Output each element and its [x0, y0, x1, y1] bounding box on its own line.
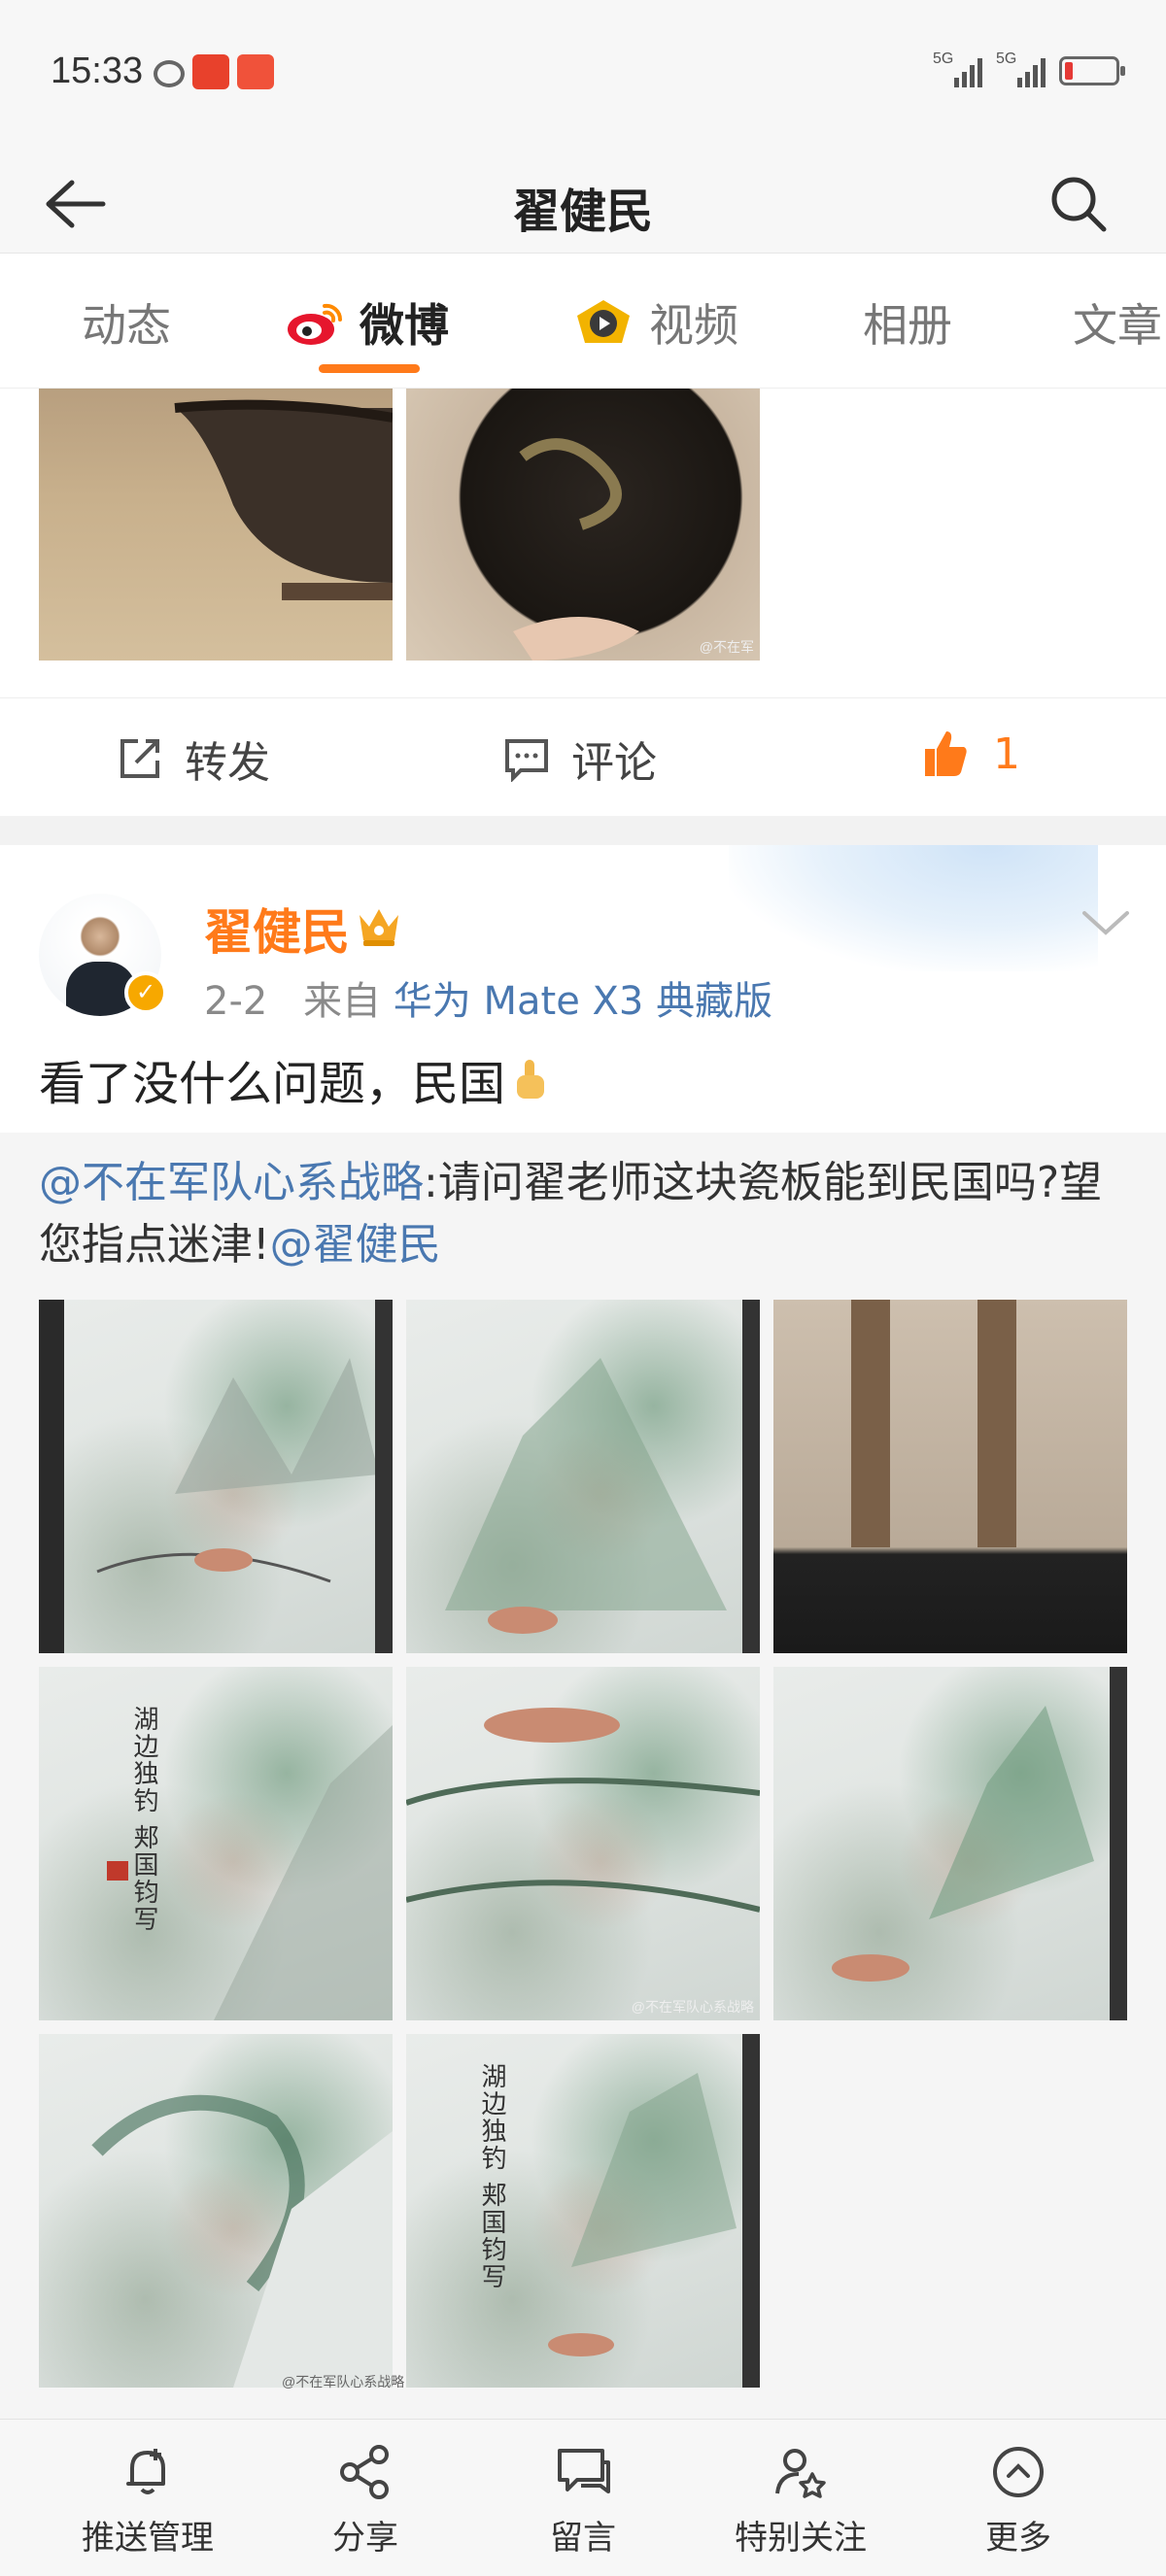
grid-image-3[interactable] [773, 1300, 1127, 1653]
nav-bar: 翟健民 [0, 146, 1166, 253]
share-button[interactable]: 分享 [268, 2441, 463, 2559]
bottom-toolbar: 推送管理 分享 留言 特别关注 更多 [0, 2419, 1166, 2576]
post-action-bar: 转发 评论 1 [0, 697, 1166, 816]
video-icon [577, 300, 630, 343]
app-notification-icon [192, 54, 229, 89]
tab-dynamic[interactable]: 动态 [82, 290, 171, 355]
status-time: 15:33 [51, 51, 144, 91]
grid-image-7[interactable] [39, 2034, 393, 2388]
user-star-icon [775, 2449, 826, 2498]
bowl-side-image [174, 399, 393, 600]
app-notification-icon-2 [237, 54, 274, 89]
battery-icon [1059, 56, 1125, 85]
mention-link-2[interactable]: @翟健民 [270, 1220, 441, 1270]
image-watermark-2: @不在军队心系战略 [282, 2374, 405, 2390]
page-title: 翟健民 [512, 185, 653, 239]
bowl-top-image [513, 438, 639, 661]
thumbs-up-emoji-icon [517, 1060, 545, 1099]
repost-text: @不在军队心系战略:请问翟老师这块瓷板能到民国吗?望您指点迷津!@翟健民 [39, 1158, 1103, 1270]
notification-icons [154, 54, 274, 89]
chevron-down-icon[interactable] [1079, 905, 1133, 940]
card-decoration [729, 845, 1098, 971]
landscape-painting [406, 1708, 760, 1913]
signal-icon: 5G [933, 51, 982, 87]
landscape-painting [832, 1706, 1094, 1982]
signal-icon-2: 5G [996, 51, 1046, 87]
grid-image-5[interactable]: @不在军队心系战略 [406, 1667, 760, 2020]
tab-video[interactable]: 视频 [571, 290, 738, 355]
post-source[interactable]: 华为 Mate X3 典藏版 [394, 979, 772, 1024]
chat-notification-icon [154, 60, 185, 87]
grid-image-8[interactable]: 湖边独钓 郏国钧写 [406, 2034, 760, 2388]
image-watermark: @不在军 [699, 639, 754, 655]
tab-articles[interactable]: 文章 [1073, 290, 1162, 355]
post-content: 看了没什么问题，民国 [39, 1045, 550, 1113]
message-button[interactable]: 留言 [486, 2441, 680, 2559]
source-prefix: 来自 [303, 979, 382, 1024]
status-bar: 15:33 5G 5G [0, 0, 1166, 146]
profile-tabs: 动态 微博 视频 相册 文章 [0, 253, 1166, 389]
landscape-painting [548, 2073, 737, 2356]
image-watermark: @不在军队心系战略 [631, 1999, 754, 2015]
post-image[interactable] [39, 389, 393, 661]
bell-add-icon [126, 2449, 165, 2494]
chevron-up-circle-icon [993, 2447, 1044, 2497]
landscape-painting [91, 2094, 393, 2388]
comment-icon [505, 739, 548, 782]
vip-crown-icon [360, 909, 398, 946]
image-grid: 湖边独钓 郏国钧写 @不在军队心系战略 湖边独钓 郏国钧写 [39, 1300, 1127, 2388]
mention-link[interactable]: @不在军队心系战略 [39, 1158, 424, 1207]
grid-image-6[interactable] [773, 1667, 1127, 2020]
grid-image-2[interactable] [406, 1300, 760, 1653]
share-icon [340, 2445, 389, 2499]
message-icon [558, 2449, 610, 2493]
repost-icon [120, 739, 159, 778]
weibo-post: ✓ 翟健民 2-2 来自 华为 Mate X3 典藏版 看了没什么问题，民国 @… [0, 845, 1166, 2419]
post-image-row: @不在军 [0, 389, 1166, 697]
post-date: 2-2 [204, 979, 268, 1024]
post-author[interactable]: 翟健民 [204, 894, 350, 964]
thumbs-up-icon [925, 731, 967, 776]
landscape-painting [445, 1358, 727, 1634]
special-follow-button[interactable]: 特别关注 [703, 2441, 898, 2559]
reposted-content[interactable]: @不在军队心系战略:请问翟老师这块瓷板能到民国吗?望您指点迷津!@翟健民 湖边独… [0, 1133, 1166, 2419]
post-meta: 2-2 来自 华为 Mate X3 典藏版 [204, 969, 772, 1026]
verified-badge-icon: ✓ [124, 971, 167, 1014]
like-button[interactable]: 1 [919, 728, 1020, 780]
tab-album[interactable]: 相册 [863, 290, 952, 355]
push-management-button[interactable]: 推送管理 [51, 2441, 245, 2559]
search-icon[interactable] [1047, 173, 1110, 235]
repost-button[interactable]: 转发 [117, 728, 270, 790]
post-image[interactable]: @不在军 [406, 389, 760, 661]
weibo-logo-icon [288, 303, 343, 345]
landscape-painting [107, 1725, 393, 2020]
system-indicators: 5G 5G [933, 51, 1125, 87]
landscape-painting [96, 1358, 379, 1583]
grid-image-1[interactable] [39, 1300, 393, 1653]
more-button[interactable]: 更多 [921, 2441, 1115, 2559]
grid-image-4[interactable]: 湖边独钓 郏国钧写 [39, 1667, 393, 2020]
active-tab-indicator [319, 364, 420, 373]
comment-button[interactable]: 评论 [503, 728, 657, 790]
tab-weibo[interactable]: 微博 [286, 290, 449, 355]
